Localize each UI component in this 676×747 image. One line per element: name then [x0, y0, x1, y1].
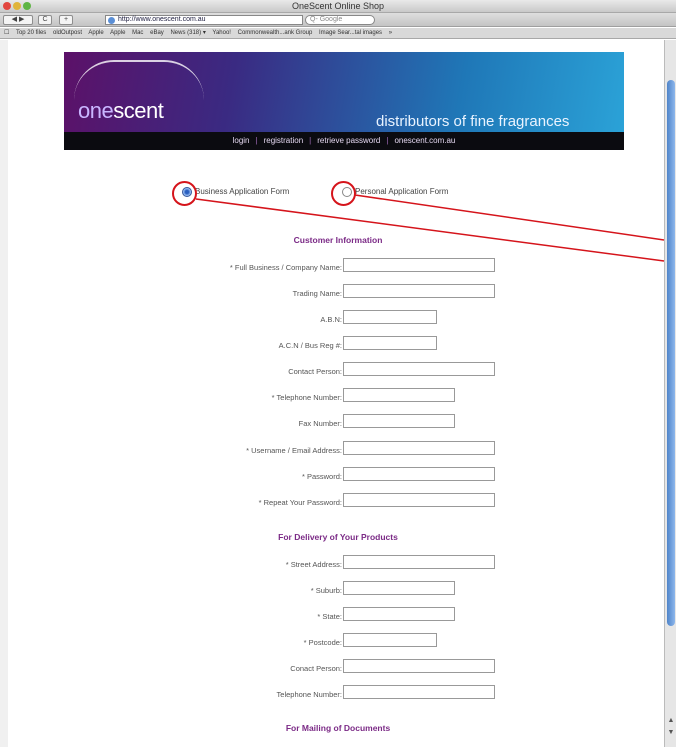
repeat-password-input[interactable]	[343, 493, 495, 507]
fax-input[interactable]	[343, 414, 455, 428]
telephone-input[interactable]	[343, 388, 455, 402]
label-delivery-telephone: Telephone Number:	[276, 690, 342, 699]
abn-input[interactable]	[343, 310, 437, 324]
state-input[interactable]	[343, 607, 455, 621]
label-telephone: * Telephone Number:	[271, 393, 342, 402]
contact-person-input[interactable]	[343, 362, 495, 376]
label-username-email: * Username / Email Address:	[246, 446, 342, 455]
label-postcode: * Postcode:	[303, 638, 342, 647]
username-email-input[interactable]	[343, 441, 495, 455]
section-delivery: For Delivery of Your Products	[278, 532, 398, 542]
label-suburb: * Suburb:	[310, 586, 342, 595]
label-abn: A.B.N:	[320, 315, 342, 324]
postcode-input[interactable]	[343, 633, 437, 647]
label-acn: A.C.N / Bus Reg #:	[278, 341, 342, 350]
section-customer-info: Customer Information	[293, 235, 383, 245]
delivery-contact-input[interactable]	[343, 659, 495, 673]
suburb-input[interactable]	[343, 581, 455, 595]
label-delivery-contact: Conact Person:	[290, 664, 342, 673]
delivery-telephone-input[interactable]	[343, 685, 495, 699]
label-trading-name: Trading Name:	[292, 289, 342, 298]
label-contact-person: Contact Person:	[288, 367, 342, 376]
label-street-address: * Street Address:	[285, 560, 342, 569]
section-mailing: For Mailing of Documents	[285, 723, 391, 733]
label-company-name: * Full Business / Company Name:	[229, 263, 342, 272]
acn-input[interactable]	[343, 336, 437, 350]
label-state: * State:	[317, 612, 342, 621]
company-name-input[interactable]	[343, 258, 495, 272]
trading-name-input[interactable]	[343, 284, 495, 298]
label-repeat-password: * Repeat Your Password:	[258, 498, 342, 507]
label-password: * Password:	[301, 472, 342, 481]
label-fax: Fax Number:	[298, 419, 342, 428]
password-input[interactable]	[343, 467, 495, 481]
street-address-input[interactable]	[343, 555, 495, 569]
